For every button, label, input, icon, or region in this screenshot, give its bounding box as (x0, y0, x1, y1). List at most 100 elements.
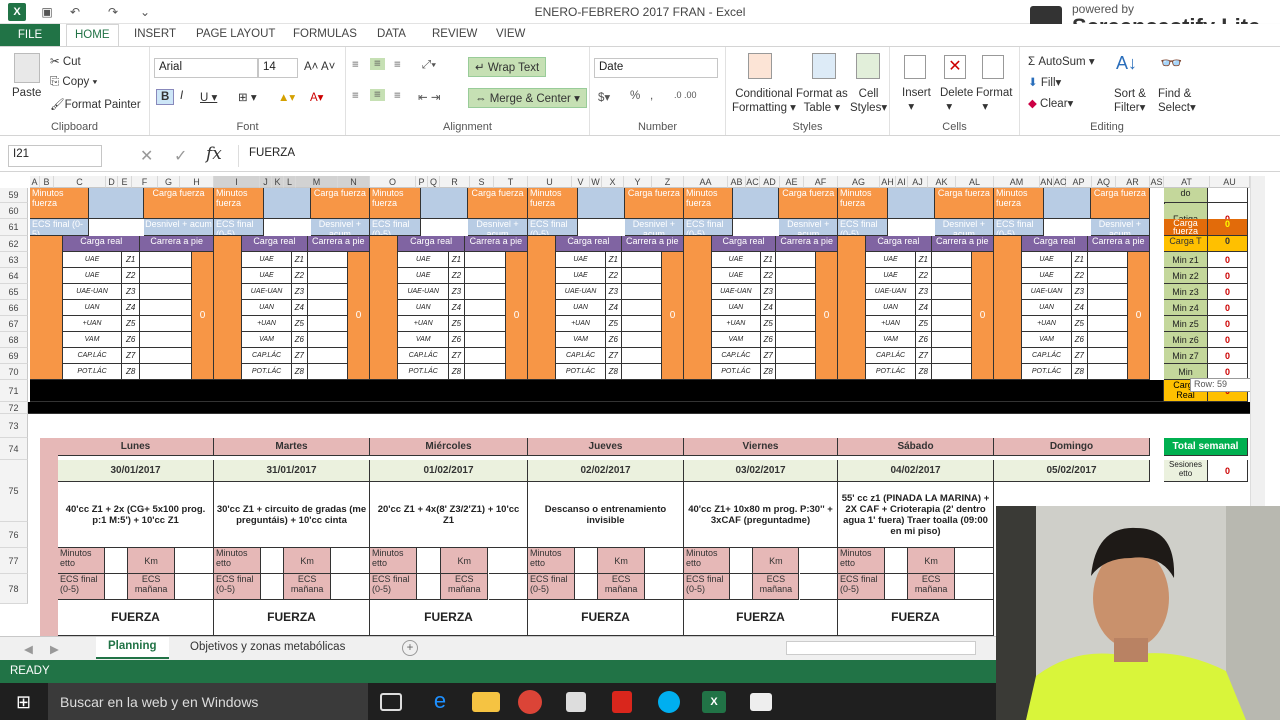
orange-side-cell[interactable] (838, 236, 867, 380)
cancel-icon[interactable]: ✕ (140, 146, 153, 166)
carrera-value-cell[interactable] (464, 348, 506, 364)
carrera-header[interactable]: Carrera a pie (776, 236, 838, 252)
ecs-manana-value[interactable] (488, 574, 528, 600)
minutos-fuerza-cell[interactable]: Minutos fuerza (214, 188, 264, 219)
carga-fuerza-cell[interactable]: Carga fuerza (934, 188, 994, 219)
minutos-fuerza-cell[interactable]: Minutos fuerza (370, 188, 421, 219)
row-header[interactable]: 76 (0, 522, 28, 548)
carga-real-header[interactable]: Carga real (398, 236, 465, 252)
zone-code-cell[interactable]: UAE (398, 268, 449, 284)
zone-cell[interactable]: Z5 (1072, 316, 1088, 332)
zone-code-cell[interactable]: UAE (1022, 268, 1072, 284)
carrera-value-cell[interactable] (140, 300, 192, 316)
column-header[interactable]: Y (624, 176, 652, 188)
enter-icon[interactable]: ✓ (174, 146, 187, 166)
font-size-select[interactable]: 14 (258, 58, 298, 78)
paste-icon[interactable] (14, 53, 40, 83)
zone-cell[interactable]: Z2 (916, 268, 932, 284)
prev-sheet-icon[interactable]: ◀ (24, 642, 33, 656)
format-painter-button[interactable]: 🖌Format Painter (50, 97, 141, 111)
merge-center-button[interactable]: ⇔ Merge & Center ▾ (468, 88, 587, 108)
date-cell[interactable]: 02/02/2017 (528, 460, 684, 482)
name-box[interactable]: I21 (8, 145, 102, 167)
zone-code-cell[interactable]: UAE (866, 252, 916, 268)
column-header[interactable]: B (40, 176, 54, 188)
clear-button[interactable]: ◆ Clear▾ (1028, 96, 1073, 110)
zone-code-cell[interactable]: UAN (556, 300, 606, 316)
session-cell[interactable]: 40'cc Z1 + 2x (CG+ 5x100 prog. p:1 M:5')… (58, 482, 214, 548)
zone-cell[interactable]: Z6 (122, 332, 141, 348)
zone-cell[interactable]: Z3 (761, 284, 777, 300)
carrera-value-cell[interactable] (776, 300, 816, 316)
column-header[interactable]: AD (760, 176, 780, 188)
session-cell[interactable]: 40'cc Z1+ 10x80 m prog. P:30'' + 3xCAF (… (684, 482, 838, 548)
align-left-icon[interactable]: ≡ (352, 90, 359, 102)
km-cell[interactable]: Km (128, 548, 175, 574)
font-color-icon[interactable]: A▾ (310, 90, 323, 104)
zone-code-cell[interactable]: UAE (63, 268, 122, 284)
file-tab[interactable]: FILE (0, 24, 60, 46)
zone-cell[interactable]: Z2 (606, 268, 622, 284)
italic-button[interactable]: I (180, 90, 183, 102)
zone-code-cell[interactable]: VAM (556, 332, 606, 348)
zone-cell[interactable]: Z3 (122, 284, 141, 300)
zone-cell[interactable]: Z7 (122, 348, 141, 364)
spacer2[interactable] (1164, 203, 1165, 204)
horizontal-scrollbar[interactable] (786, 641, 976, 655)
column-header[interactable]: AQ (1092, 176, 1116, 188)
desnivel-cell[interactable]: Desnivel + acum (310, 219, 370, 236)
pink-left-band[interactable] (40, 438, 58, 636)
minutos-fuerza-cell[interactable]: Minutos fuerza (838, 188, 888, 219)
day-header[interactable]: Sábado (838, 438, 994, 456)
carrera-value-cell[interactable] (307, 348, 348, 364)
percent-icon[interactable]: % (630, 90, 640, 102)
zone-cell[interactable]: Z5 (916, 316, 932, 332)
km-cell[interactable]: Km (598, 548, 645, 574)
sheet-tab-objetivos[interactable]: Objetivos y zonas metabólicas (190, 641, 345, 653)
zone-code-cell[interactable]: VAM (63, 332, 122, 348)
zone-cell[interactable]: Z1 (916, 252, 932, 268)
function-icon[interactable]: fx (206, 144, 222, 164)
zone-code-cell[interactable]: VAM (242, 332, 292, 348)
km-cell[interactable]: Km (753, 548, 800, 574)
zone-code-cell[interactable]: UAE (63, 252, 122, 268)
carrera-value-cell[interactable] (464, 268, 506, 284)
min-zone-label[interactable]: Min z4 (1164, 300, 1208, 316)
min-zone-label[interactable]: Min z2 (1164, 268, 1208, 284)
carrera-header[interactable]: Carrera a pie (931, 236, 994, 252)
session-cell[interactable]: 55' cc z1 (PINADA LA MARINA) + 2X CAF + … (838, 482, 994, 548)
column-header[interactable]: AU (1210, 176, 1250, 188)
zone-cell[interactable]: Z4 (292, 300, 308, 316)
zone-code-cell[interactable]: POT.LÁC (63, 364, 122, 380)
column-header[interactable]: AB (728, 176, 746, 188)
carrera-header[interactable]: Carrera a pie (307, 236, 370, 252)
fill-color-icon[interactable]: ▲▾ (278, 90, 295, 104)
zone-code-cell[interactable]: UAN (866, 300, 916, 316)
zone-cell[interactable]: Z4 (761, 300, 777, 316)
zone-cell[interactable]: Z4 (606, 300, 622, 316)
ecs-manana-value[interactable] (799, 574, 838, 600)
orange-side-cell[interactable] (994, 236, 1023, 380)
currency-icon[interactable]: $▾ (598, 90, 610, 104)
carga-fuerza-cell[interactable]: Carga fuerza (624, 188, 684, 219)
zone-code-cell[interactable]: UAE (242, 252, 292, 268)
ecs-final-cell[interactable]: ECS final (0-5) (684, 219, 734, 236)
carrera-value-cell[interactable] (931, 268, 972, 284)
carrera-value-cell[interactable] (1087, 268, 1128, 284)
carga-real-header[interactable]: Carga real (866, 236, 932, 252)
column-header[interactable]: U (528, 176, 572, 188)
row-header[interactable]: 61 (0, 219, 28, 236)
zone-code-cell[interactable]: POT.LÁC (556, 364, 606, 380)
total-semanal-header[interactable]: Total semanal (1164, 438, 1248, 456)
carrera-value-cell[interactable] (931, 284, 972, 300)
column-header[interactable]: AF (804, 176, 838, 188)
column-header[interactable]: N (338, 176, 370, 188)
row-header[interactable]: 77 (0, 548, 28, 574)
zone-code-cell[interactable]: UAE-UAN (242, 284, 292, 300)
row-header[interactable]: 59 (0, 188, 28, 203)
carrera-value-cell[interactable] (307, 252, 348, 268)
zone-code-cell[interactable]: UAE (711, 252, 761, 268)
zone-code-cell[interactable]: VAM (1022, 332, 1072, 348)
zone-code-cell[interactable]: CAP.LÁC (866, 348, 916, 364)
chrome-icon[interactable] (518, 690, 542, 714)
